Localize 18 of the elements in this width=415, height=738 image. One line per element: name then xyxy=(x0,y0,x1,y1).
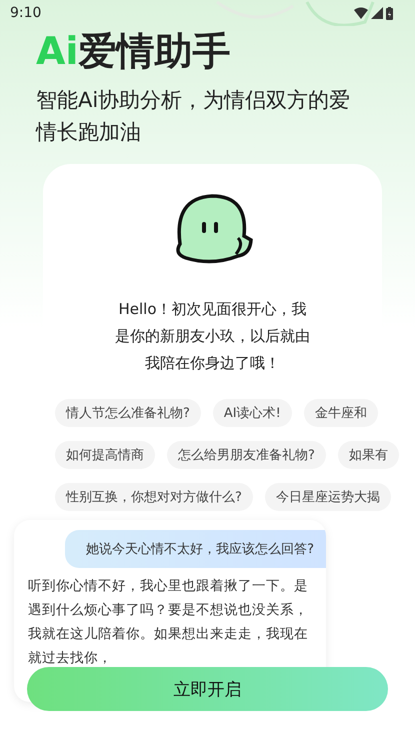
wifi-icon xyxy=(354,7,368,19)
greeting-text: Hello！初次见面很开心，我是你的新朋友小玖，以后就由我陪在你身边了哦！ xyxy=(114,299,311,374)
start-button[interactable]: 立即开启 xyxy=(27,667,388,711)
battery-icon xyxy=(386,6,393,20)
answer-text: 听到你心情不好，我心里也跟着揪了一下。是遇到什么烦心事了吗？要是不想说也没关系，我就在这儿陪着你。如果想出来走走，我现在就过去找你， xyxy=(28,577,309,668)
question-bubble: 她说今天心情不太好，我应该怎么回答? xyxy=(65,530,326,568)
suggestion-chip[interactable]: 如果有 xyxy=(338,441,399,469)
suggestion-chip[interactable]: 金牛座和 xyxy=(304,399,378,427)
suggestion-chip[interactable]: 今日星座运势大揭 xyxy=(264,483,391,511)
suggestion-chip[interactable]: 怎么给男朋友准备礼物? xyxy=(167,441,326,469)
suggestion-chip[interactable]: 性别互换，你想对对方做什么? xyxy=(55,483,253,511)
suggestion-chip[interactable]: AI读心术! xyxy=(212,399,292,427)
suggestion-chip[interactable]: 情人节怎么准备礼物? xyxy=(55,399,201,427)
signal-icon xyxy=(371,7,383,19)
suggestion-chip[interactable]: 如何提高情商 xyxy=(55,441,155,469)
status-time: 9:10 xyxy=(10,5,42,21)
app-title: Ai爱情助手 xyxy=(36,28,232,74)
subtitle: 智能Ai协助分析，为情侣双方的爱情长跑加油 xyxy=(36,87,352,146)
